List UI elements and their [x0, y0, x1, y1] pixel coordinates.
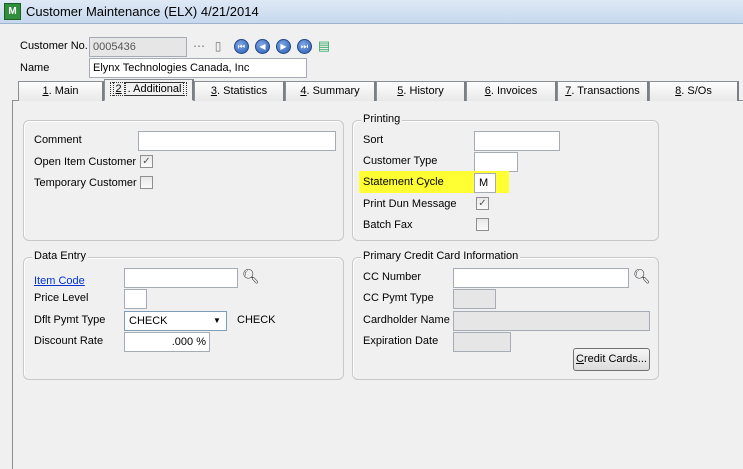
window-title: Customer Maintenance (ELX) 4/21/2014	[26, 4, 259, 19]
customer-no-label: Customer No.	[20, 40, 88, 52]
statement-cycle-field[interactable]: M	[474, 173, 496, 193]
statement-cycle-label: Statement Cycle	[363, 176, 444, 188]
first-record-icon[interactable]: ⏮	[234, 39, 249, 54]
batch-fax-label: Batch Fax	[363, 219, 413, 231]
cardholder-name-field[interactable]	[453, 311, 650, 331]
dflt-pymt-label: Dflt Pymt Type	[34, 314, 106, 326]
cc-pymt-type-field[interactable]	[453, 289, 496, 309]
comment-label: Comment	[34, 134, 82, 146]
dflt-pymt-select[interactable]: CHECK ▼	[124, 311, 227, 331]
lookup-icon[interactable]: ⋯	[192, 38, 206, 54]
credit-card-title: Primary Credit Card Information	[361, 250, 521, 262]
temporary-customer-label: Temporary Customer	[34, 177, 137, 189]
batch-fax-checkbox[interactable]	[476, 218, 489, 231]
search-icon[interactable]: 🔍︎	[633, 268, 651, 285]
next-record-icon[interactable]: ▶	[276, 39, 291, 54]
customer-no-field[interactable]: 0005436	[89, 37, 187, 57]
open-item-label: Open Item Customer	[34, 156, 137, 168]
tab-invoices[interactable]: 6. Invoices	[466, 81, 557, 101]
print-dun-checkbox[interactable]: ✓	[476, 197, 489, 210]
new-record-icon[interactable]: ▯	[211, 38, 225, 54]
tab-statistics[interactable]: 3. Statistics	[194, 81, 285, 101]
tab-history[interactable]: 5. History	[376, 81, 466, 101]
discount-rate-label: Discount Rate	[34, 335, 104, 347]
cc-number-field[interactable]	[453, 268, 629, 288]
print-dun-label: Print Dun Message	[363, 198, 457, 210]
tab-additional[interactable]: 2. Additional	[104, 79, 194, 101]
sort-label: Sort	[363, 134, 384, 146]
name-field[interactable]: Elynx Technologies Canada, Inc	[89, 58, 307, 78]
open-item-checkbox[interactable]: ✓	[140, 155, 153, 168]
tab-summary[interactable]: 4. Summary	[285, 81, 376, 101]
tab-main[interactable]: 1. Main	[18, 81, 104, 101]
dropdown-arrow-icon[interactable]: ▼	[210, 314, 224, 328]
tab-transactions[interactable]: 7. Transactions	[557, 81, 649, 101]
dflt-pymt-value: CHECK	[129, 315, 168, 327]
last-record-icon[interactable]: ⏭	[297, 39, 312, 54]
printing-title: Printing	[361, 113, 403, 125]
previous-record-icon[interactable]: ◀	[255, 39, 270, 54]
search-icon[interactable]: 🔍︎	[242, 268, 260, 285]
cc-pymt-type-label: CC Pymt Type	[363, 292, 434, 304]
customer-type-label: Customer Type	[363, 155, 438, 167]
dflt-pymt-description: CHECK	[237, 314, 276, 326]
name-label: Name	[20, 62, 50, 74]
price-level-label: Price Level	[34, 292, 89, 304]
comment-field[interactable]	[138, 131, 336, 151]
cardholder-name-label: Cardholder Name	[363, 314, 450, 326]
temporary-customer-checkbox[interactable]	[140, 176, 153, 189]
customer-type-field[interactable]	[474, 152, 518, 172]
item-code-field[interactable]	[124, 268, 238, 288]
tab-sos[interactable]: 8. S/Os	[649, 81, 739, 101]
expiration-date-label: Expiration Date	[363, 335, 439, 347]
notepad-icon[interactable]: ▤	[317, 38, 331, 54]
app-icon: M	[4, 3, 21, 20]
data-entry-title: Data Entry	[32, 250, 88, 262]
sort-field[interactable]	[474, 131, 560, 151]
item-code-link[interactable]: Item Code	[34, 275, 85, 287]
price-level-field[interactable]	[124, 289, 147, 309]
discount-rate-field[interactable]: .000 %	[124, 332, 210, 352]
credit-cards-button[interactable]: Credit Cards...	[573, 348, 650, 371]
cc-number-label: CC Number	[363, 271, 422, 283]
expiration-date-field[interactable]	[453, 332, 511, 352]
